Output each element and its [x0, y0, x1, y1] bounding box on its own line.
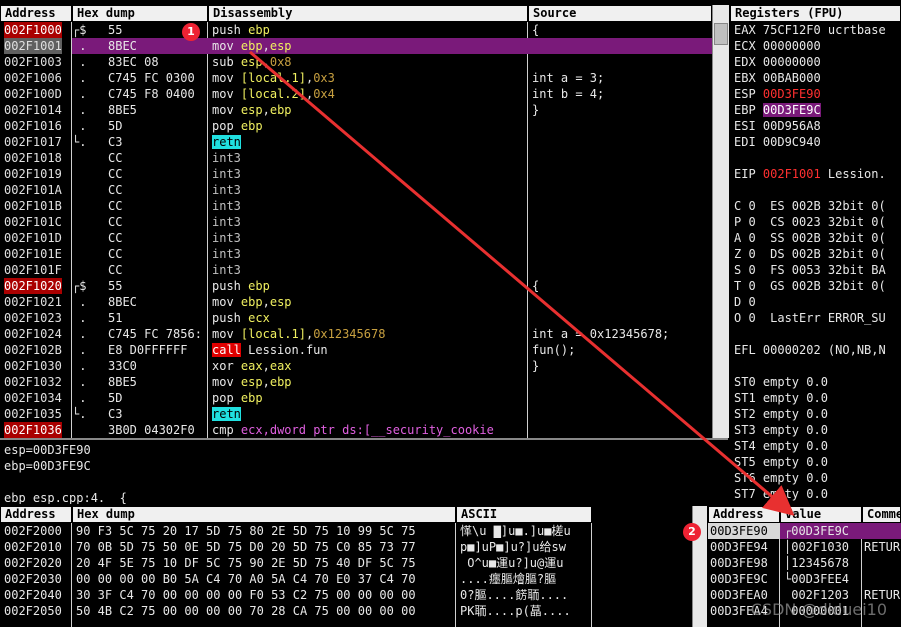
annotation-badge-2: 2 [683, 523, 701, 541]
annotation-badge-1: 1 [182, 23, 200, 41]
annotation-arrow [249, 50, 795, 516]
watermark-text: CSDN @dlduei10 [750, 600, 887, 619]
